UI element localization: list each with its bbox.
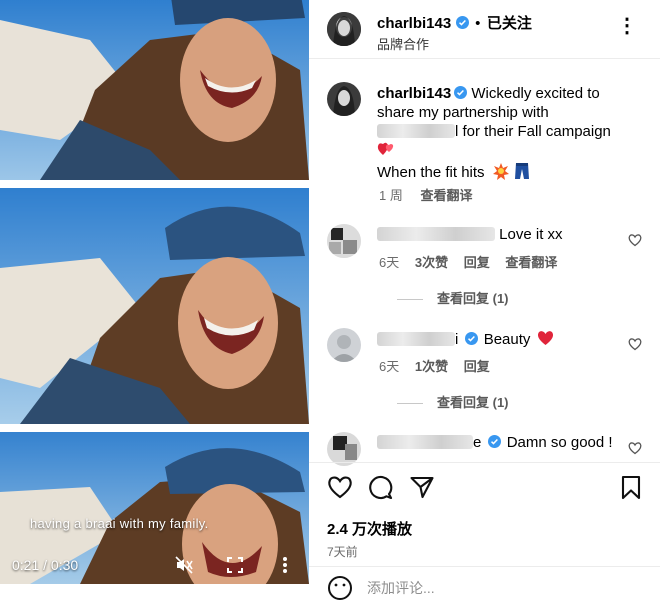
hearts-emoji-icon <box>377 142 394 155</box>
author-avatar[interactable] <box>327 12 361 46</box>
jeans-emoji-icon <box>514 163 529 179</box>
post-meta: 1 周 查看翻译 <box>379 185 472 204</box>
follow-status-button[interactable]: 已关注 <box>487 15 532 32</box>
caption-text-line4: When the fit hits <box>377 164 485 181</box>
more-options-icon[interactable]: ⋮ <box>617 16 637 36</box>
comment-1-translate-link[interactable]: 查看翻译 <box>505 255 557 270</box>
emoji-icon[interactable] <box>327 575 353 601</box>
post-date: 7天前 <box>327 545 358 559</box>
video-frame-1 <box>0 0 309 180</box>
comment-2-view-replies-label[interactable]: 查看回复 (1) <box>437 395 509 410</box>
post-translate-link[interactable]: 查看翻译 <box>420 188 472 203</box>
comment-1-likes[interactable]: 3次赞 <box>415 255 448 270</box>
comment-1-text-row: Love it xx <box>377 226 563 243</box>
caption-text-line2: share my partnership with <box>377 104 549 121</box>
replies-line <box>397 299 423 301</box>
redacted-brand-tag[interactable] <box>377 124 455 138</box>
header-dot: • <box>475 15 481 32</box>
paid-partnership-label[interactable]: 品牌合作 <box>377 34 429 53</box>
redacted-username[interactable] <box>377 332 455 346</box>
comment-1-meta: 6天 3次赞 回复 查看翻译 <box>379 252 557 271</box>
comment-2-age: 6天 <box>379 359 400 374</box>
comment-2-text: Beauty <box>483 331 531 348</box>
redacted-username[interactable] <box>377 435 473 449</box>
comment-2-reply-button[interactable]: 回复 <box>464 359 490 374</box>
verified-icon <box>464 332 478 345</box>
like-heart-icon[interactable] <box>327 474 353 500</box>
add-comment-input[interactable]: 添加评论... <box>367 578 435 598</box>
play-count[interactable]: 2.4 万次播放 <box>327 518 412 539</box>
video-frame-2 <box>0 188 309 424</box>
comment-like-heart-icon[interactable] <box>628 233 642 247</box>
red-heart-emoji-icon <box>537 331 553 345</box>
collision-emoji-icon <box>492 163 509 180</box>
video-more-icon[interactable] <box>274 554 296 576</box>
video-time: 0:21 / 0:30 <box>12 557 79 573</box>
comment-1-text: Love it xx <box>495 226 563 243</box>
caption-text-line3: l for their Fall campaign <box>455 123 611 140</box>
comment-1-view-replies-label[interactable]: 查看回复 (1) <box>437 291 509 306</box>
post-panel: charlbi143 • 已关注 品牌合作 ⋮ charlbi143 Wicke… <box>309 0 660 600</box>
header-username[interactable]: charlbi143 <box>377 15 451 32</box>
comment-icon[interactable] <box>367 474 393 500</box>
video-caption: having a braai with my family. <box>30 516 209 531</box>
verified-icon <box>455 16 469 29</box>
comment-2-text-row: i Beauty <box>377 330 554 348</box>
actions-divider <box>309 462 660 463</box>
comment-avatar[interactable] <box>327 328 361 362</box>
verified-icon <box>487 435 501 448</box>
mute-icon[interactable] <box>173 554 195 576</box>
comment-3-text: Damn so good ! <box>506 434 613 451</box>
comment-avatar[interactable] <box>327 224 361 258</box>
comment-3-text-row: e Damn so good ! <box>377 434 613 451</box>
share-icon[interactable] <box>409 474 435 500</box>
comment-1-age: 6天 <box>379 255 400 270</box>
comment-2-likes[interactable]: 1次赞 <box>415 359 448 374</box>
comment-avatar[interactable] <box>327 432 361 466</box>
comment-like-heart-icon[interactable] <box>628 337 642 351</box>
replies-line <box>397 403 423 405</box>
comment-1-view-replies[interactable]: 查看回复 (1) <box>397 288 509 307</box>
post-age: 1 周 <box>379 188 403 203</box>
caption-avatar[interactable] <box>327 82 361 116</box>
comment-3-name-suffix[interactable]: e <box>473 434 481 451</box>
caption-username[interactable]: charlbi143 <box>377 85 451 102</box>
save-bookmark-icon[interactable] <box>618 474 644 500</box>
header-divider <box>309 58 660 59</box>
post-caption: charlbi143 Wickedly excited to share my … <box>377 84 649 182</box>
header-title-row: charlbi143 • 已关注 <box>377 12 532 33</box>
comment-2-meta: 6天 1次赞 回复 <box>379 356 490 375</box>
redacted-username[interactable] <box>377 227 495 241</box>
fullscreen-icon[interactable] <box>224 554 246 576</box>
comment-2-view-replies[interactable]: 查看回复 (1) <box>397 392 509 411</box>
video-player[interactable]: having a braai with my family. 0:21 / 0:… <box>0 0 309 584</box>
comment-1-reply-button[interactable]: 回复 <box>464 255 490 270</box>
caption-text-line1: Wickedly excited to <box>467 85 600 102</box>
verified-icon <box>454 86 468 99</box>
comment-like-heart-icon[interactable] <box>628 441 642 455</box>
comment-2-name-suffix[interactable]: i <box>455 331 458 348</box>
comment-bar-divider <box>309 566 660 567</box>
